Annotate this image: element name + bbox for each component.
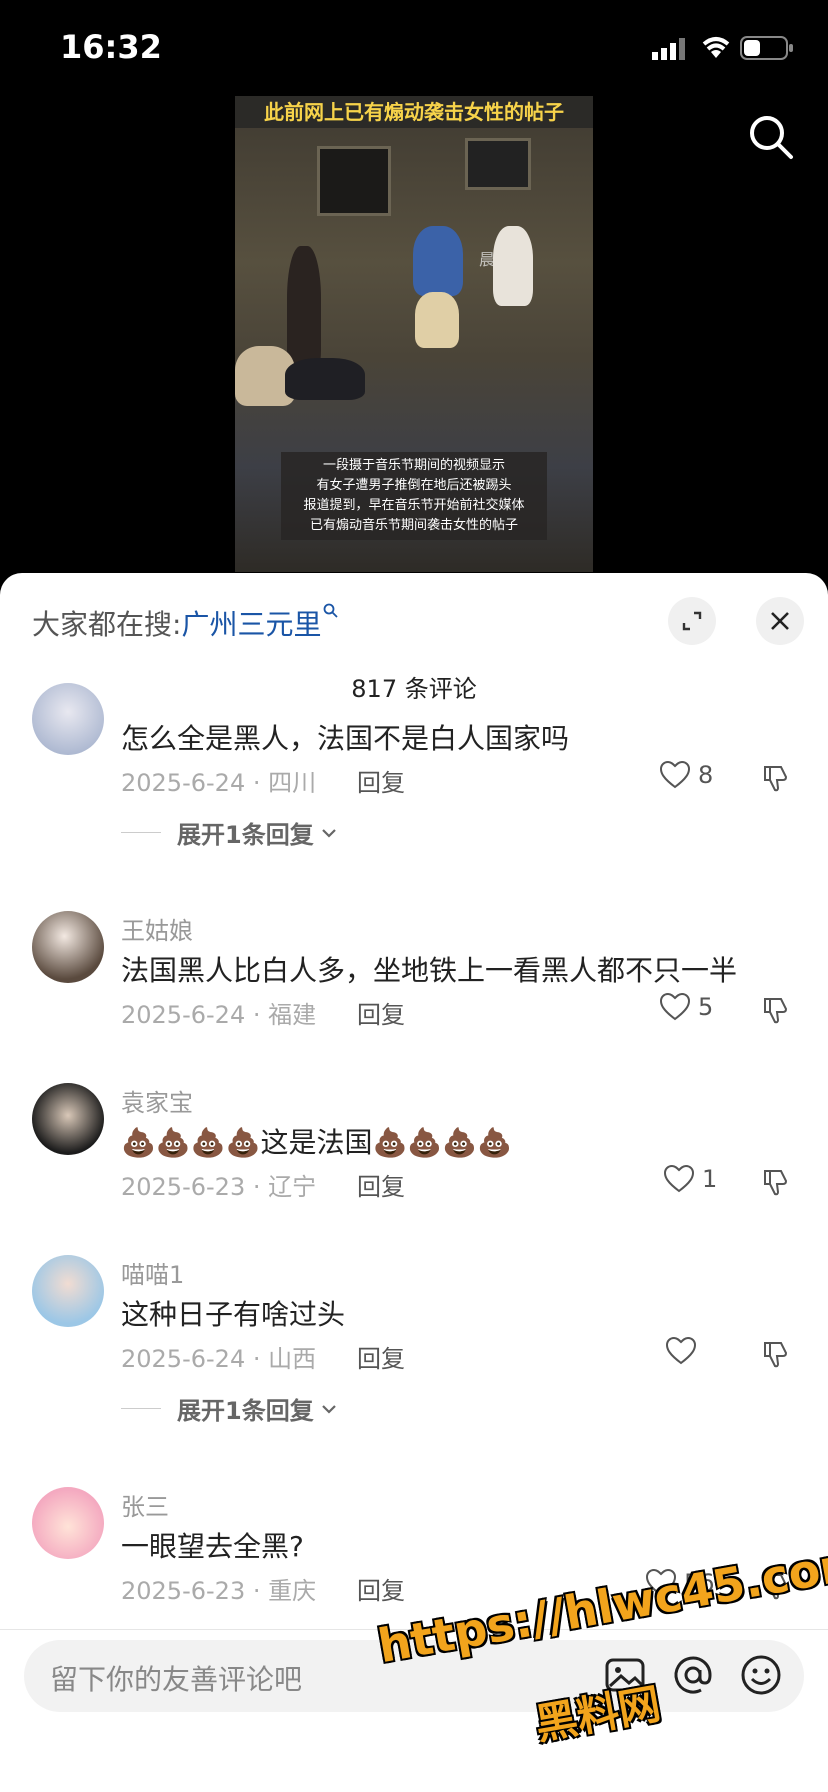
expand-icon (682, 611, 702, 631)
reply-button[interactable]: 回复 (357, 1339, 405, 1374)
reply-button[interactable]: 回复 (357, 1571, 405, 1606)
video-figure (413, 226, 463, 296)
avatar[interactable] (32, 1083, 104, 1155)
comment-text: 这种日子有啥过头 (121, 1298, 346, 1331)
heart-icon (660, 761, 690, 789)
dislike-icon[interactable] (762, 995, 792, 1025)
comment-region: 福建 (268, 1001, 317, 1029)
caption-line: 一段摄于音乐节期间的视频显示 (322, 458, 505, 473)
video-figure (287, 246, 321, 376)
heart-icon (664, 1165, 694, 1193)
status-bar: 16:32 (0, 0, 828, 100)
close-button[interactable] (756, 597, 804, 645)
expand-replies[interactable]: 展开1条回复 (121, 815, 338, 850)
expand-replies-label: 展开1条回复 (177, 1397, 314, 1425)
video-scene-window (317, 146, 391, 216)
wifi-icon (702, 37, 730, 58)
caption-line: 有女子遭男子推倒在地后还被踢头 (316, 478, 512, 493)
dislike-icon[interactable] (762, 763, 792, 793)
avatar[interactable] (32, 1255, 104, 1327)
comment-input-placeholder: 留下你的友善评论吧 (50, 1663, 303, 1696)
comment-date: 2025-6-24 (121, 769, 246, 797)
comment-text-content: 这是法国 (260, 1126, 373, 1159)
expand-replies-label: 展开1条回复 (177, 821, 314, 849)
comment-username[interactable]: 张三 (121, 1487, 169, 1522)
reply-button[interactable]: 回复 (357, 763, 405, 798)
caption-line: 已有煽动音乐节期间袭击女性的帖子 (309, 518, 518, 533)
comment-date: 2025-6-24 (121, 1345, 246, 1373)
search-suggestion-prefix: 大家都在搜: (32, 608, 182, 641)
emoji-icon[interactable] (738, 1652, 784, 1698)
comment-meta: 2025-6-23 · 辽宁 (121, 1173, 317, 1201)
divider (121, 1408, 161, 1409)
status-time: 16:32 (60, 28, 162, 66)
divider (121, 832, 161, 833)
comment-meta: 2025-6-24 · 福建 (121, 1001, 317, 1029)
comment-count: 817 条评论 (351, 675, 477, 703)
chevron-down-icon (321, 1404, 336, 1414)
search-icon[interactable] (748, 114, 794, 160)
video-figure (493, 226, 533, 306)
like-count: 1 (702, 1165, 718, 1193)
comment-region: 重庆 (268, 1577, 317, 1605)
like-button[interactable]: 8 (660, 761, 713, 789)
avatar[interactable] (32, 1487, 104, 1559)
comment-username[interactable]: 王姑娘 (121, 911, 193, 946)
avatar[interactable] (32, 911, 104, 983)
like-button[interactable] (666, 1337, 696, 1365)
comment-username[interactable]: 袁家宝 (121, 1083, 193, 1118)
comment-region: 山西 (268, 1345, 317, 1373)
signal-icon (652, 38, 685, 60)
expand-button[interactable] (668, 597, 716, 645)
comment-date: 2025-6-23 (121, 1577, 246, 1605)
search-small-icon (324, 603, 339, 618)
emoji-icon: 💩💩💩💩 (372, 1126, 512, 1159)
comment-date: 2025-6-24 (121, 1001, 246, 1029)
comment-text: 一眼望去全黑? (121, 1530, 304, 1563)
dislike-icon[interactable] (762, 1339, 792, 1369)
comment-text: 法国黑人比白人多，坐地铁上一看黑人都不只一半 (121, 954, 738, 987)
video-title: 此前网上已有煽动袭击女性的帖子 (235, 96, 593, 128)
comment-username[interactable]: 喵喵1 (121, 1255, 184, 1290)
emoji-icon: 💩💩💩💩 (121, 1126, 261, 1159)
like-button[interactable]: 1 (664, 1165, 717, 1193)
close-icon (771, 612, 789, 630)
video-figure (285, 358, 365, 400)
video-figure (415, 292, 459, 348)
video-caption: 一段摄于音乐节期间的视频显示 有女子遭男子推倒在地后还被踢头 报道提到，早在音乐… (281, 452, 547, 540)
like-button[interactable]: 5 (660, 993, 713, 1021)
search-suggestion-keyword[interactable]: 广州三元里 (181, 608, 321, 641)
expand-replies[interactable]: 展开1条回复 (121, 1391, 338, 1426)
comment-date: 2025-6-23 (121, 1173, 246, 1201)
comment-region: 四川 (268, 769, 317, 797)
like-count: 8 (698, 761, 714, 789)
at-icon[interactable] (670, 1652, 716, 1698)
heart-icon (666, 1337, 696, 1365)
video-scene-window (465, 138, 531, 190)
avatar[interactable] (32, 683, 104, 755)
heart-icon (660, 993, 690, 1021)
comment-region: 辽宁 (268, 1173, 317, 1201)
comment-meta: 2025-6-24 · 四川 (121, 769, 317, 797)
comment-meta: 2025-6-23 · 重庆 (121, 1577, 317, 1605)
video-player[interactable]: 此前网上已有煽动袭击女性的帖子 晨视频 一段摄于音乐节期间的视频显示 有女子遭男… (235, 96, 593, 572)
dislike-icon[interactable] (762, 1167, 792, 1197)
reply-button[interactable]: 回复 (357, 1167, 405, 1202)
comment-text: 💩💩💩💩这是法国💩💩💩💩 (121, 1121, 512, 1161)
battery-icon (740, 36, 793, 60)
chevron-down-icon (321, 828, 336, 838)
search-suggestion[interactable]: 大家都在搜:广州三元里 (32, 603, 339, 643)
comment-text: 怎么全是黑人，法国不是白人国家吗 (121, 722, 570, 755)
reply-button[interactable]: 回复 (357, 995, 405, 1030)
caption-line: 报道提到，早在音乐节开始前社交媒体 (303, 498, 525, 513)
like-count: 5 (698, 993, 714, 1021)
comment-meta: 2025-6-24 · 山西 (121, 1345, 317, 1373)
